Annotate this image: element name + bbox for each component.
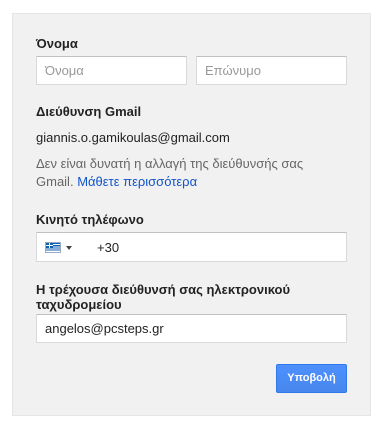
gmail-address-value: giannis.o.gamikoulas@gmail.com [36, 130, 230, 145]
chevron-down-icon [66, 246, 72, 250]
submit-button[interactable]: Υποβολή [276, 364, 347, 393]
mobile-phone-label: Κινητό τηλέφωνο [36, 212, 144, 227]
mobile-phone-input[interactable] [97, 233, 337, 261]
last-name-input[interactable] [196, 56, 347, 85]
current-email-input[interactable] [36, 314, 347, 343]
greece-flag-icon [45, 242, 61, 253]
learn-more-link[interactable]: Μάθετε περισσότερα [77, 174, 197, 189]
country-selector[interactable] [45, 240, 79, 254]
first-name-input[interactable] [36, 56, 187, 85]
gmail-address-label: Διεύθυνση Gmail [36, 104, 142, 119]
name-label: Όνομα [36, 36, 78, 51]
signup-form-panel: Όνομα Διεύθυνση Gmail giannis.o.gamikoul… [12, 13, 371, 416]
current-email-label: Η τρέχουσα διεύθυνσή σας ηλεκτρονικού τα… [36, 282, 291, 312]
mobile-phone-field [36, 232, 347, 262]
gmail-change-hint: Δεν είναι δυνατή η αλλαγή της διεύθυνσής… [36, 155, 336, 191]
